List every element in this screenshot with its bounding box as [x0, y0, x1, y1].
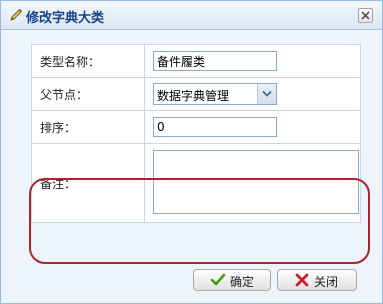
pencil-icon [8, 7, 24, 23]
chevron-down-icon [262, 90, 272, 97]
cross-icon [294, 273, 310, 290]
dictionary-form: 类型名称： 父节点： 数据字典管理 [31, 44, 361, 223]
parent-node-select[interactable]: 数据字典管理 [153, 83, 277, 105]
type-name-label: 类型名称： [31, 44, 145, 78]
close-window-button[interactable] [358, 8, 373, 23]
ok-button-label: 确定 [230, 275, 255, 289]
ok-button[interactable]: 确定 [193, 269, 271, 291]
remark-textarea[interactable] [153, 149, 359, 214]
remark-label: 备注： [31, 143, 145, 223]
close-button[interactable]: 关闭 [277, 269, 357, 291]
edit-dictionary-dialog: 修改字典大类 类型名称： 父节点： 数据字典管理 [0, 0, 383, 304]
dialog-titlebar[interactable]: 修改字典大类 [1, 1, 382, 30]
sort-label: 排序： [31, 110, 145, 144]
type-name-input[interactable] [153, 51, 277, 71]
dialog-title: 修改字典大类 [26, 11, 105, 26]
form-area: 类型名称： 父节点： 数据字典管理 [8, 32, 375, 300]
parent-node-label: 父节点： [31, 77, 145, 111]
close-icon [361, 11, 370, 20]
dropdown-trigger[interactable] [257, 84, 276, 104]
sort-input[interactable] [153, 117, 277, 137]
check-icon [210, 273, 226, 290]
parent-node-selected: 数据字典管理 [157, 89, 230, 103]
close-button-label: 关闭 [314, 275, 339, 289]
